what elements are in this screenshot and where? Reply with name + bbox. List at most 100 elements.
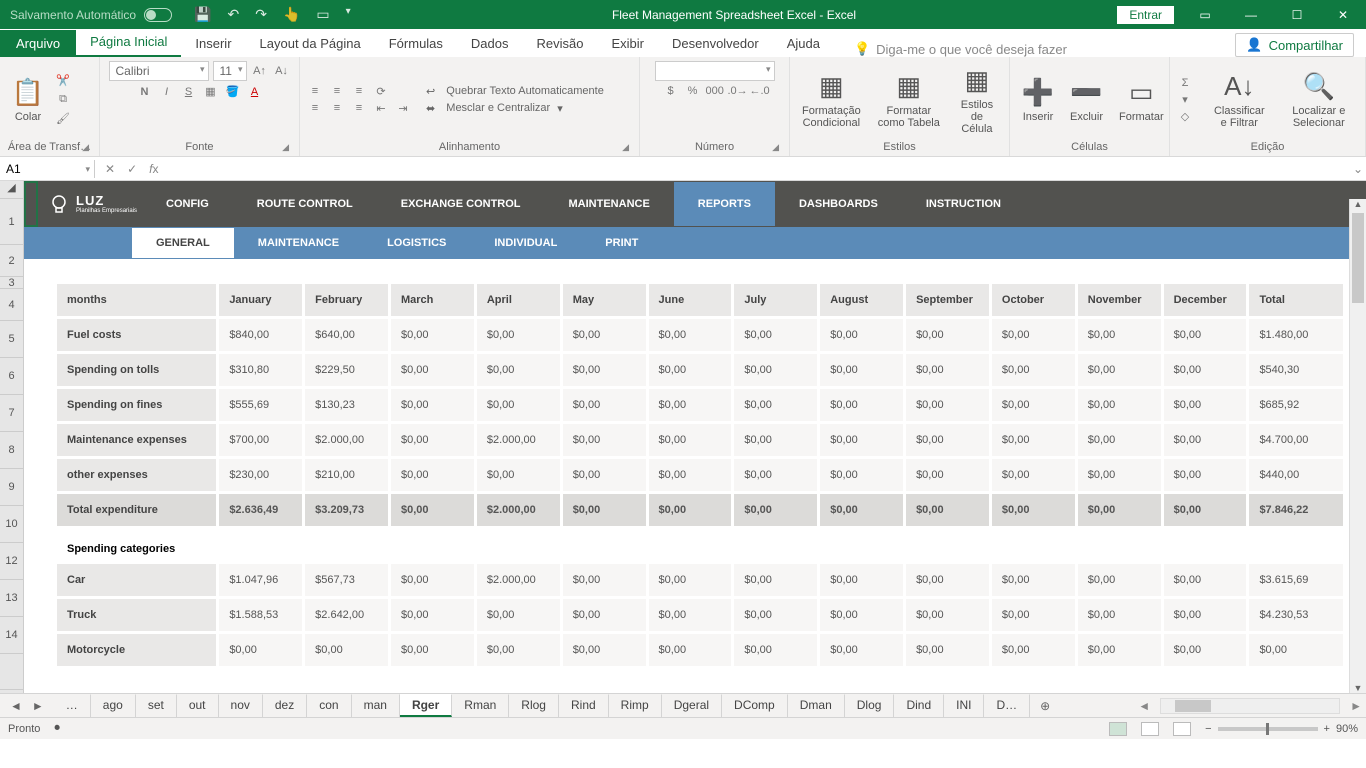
cell-value[interactable]: $0,00 — [734, 424, 817, 456]
zoom-slider[interactable] — [1218, 727, 1318, 731]
row-label[interactable]: months — [57, 284, 216, 316]
zoom-in-icon[interactable]: + — [1324, 723, 1330, 735]
cell-value[interactable]: $0,00 — [1164, 424, 1247, 456]
cell-value[interactable]: $0,00 — [1078, 319, 1161, 351]
cell-value[interactable]: $0,00 — [992, 459, 1075, 491]
cell-value[interactable]: $555,69 — [219, 389, 302, 421]
decrease-decimal-icon[interactable]: ←.0 — [750, 85, 768, 97]
cell-value[interactable]: $0,00 — [477, 319, 560, 351]
cell-value[interactable]: $0,00 — [906, 389, 989, 421]
cell-value[interactable]: $0,00 — [820, 319, 903, 351]
sign-in-button[interactable]: Entrar — [1117, 6, 1174, 24]
cell-value[interactable]: $0,00 — [1164, 494, 1247, 526]
nav-item[interactable]: CONFIG — [142, 182, 233, 226]
font-name-select[interactable]: Calibri — [109, 61, 209, 81]
cell-value[interactable]: $0,00 — [734, 389, 817, 421]
cell-value[interactable]: $0,00 — [563, 459, 646, 491]
sheet-tab[interactable]: Rimp — [609, 694, 662, 717]
cell-value[interactable]: $0,00 — [992, 494, 1075, 526]
ribbon-options-icon[interactable]: ▭ — [1182, 0, 1228, 29]
row-header[interactable]: 13 — [0, 580, 23, 617]
cell-value[interactable]: $640,00 — [305, 319, 388, 351]
cell-value[interactable]: $0,00 — [649, 459, 732, 491]
tab-scroll-left-icon[interactable]: ◄ — [10, 699, 22, 713]
cell-value[interactable]: December — [1164, 284, 1247, 316]
borders-icon[interactable]: ▦ — [202, 85, 220, 98]
cell-value[interactable]: October — [992, 284, 1075, 316]
cell-value[interactable]: $229,50 — [305, 354, 388, 386]
cell-value[interactable]: $0,00 — [992, 564, 1075, 596]
decrease-indent-icon[interactable]: ⇤ — [372, 102, 390, 115]
scroll-up-icon[interactable]: ▲ — [1350, 199, 1366, 209]
cell-value[interactable]: $0,00 — [820, 459, 903, 491]
align-top-icon[interactable]: ≡ — [306, 85, 324, 97]
cell-value[interactable]: $0,00 — [734, 634, 817, 666]
cell-value[interactable]: $1.047,96 — [219, 564, 302, 596]
find-select-button[interactable]: 🔍Localizar e Selecionar — [1279, 71, 1359, 129]
sheet-tab[interactable]: … — [54, 694, 91, 717]
horizontal-scrollbar[interactable] — [1160, 698, 1340, 714]
cell-value[interactable]: February — [305, 284, 388, 316]
cell-value[interactable]: $0,00 — [992, 319, 1075, 351]
cell-value[interactable]: $0,00 — [1164, 564, 1247, 596]
align-left-icon[interactable]: ≡ — [306, 102, 324, 114]
cell-value[interactable]: $0,00 — [391, 634, 474, 666]
cell-value[interactable]: $0,00 — [477, 459, 560, 491]
sheet-tab[interactable]: dez — [263, 694, 307, 717]
cell-value[interactable]: $0,00 — [1164, 634, 1247, 666]
subnav-item[interactable]: LOGISTICS — [363, 228, 470, 258]
fill-color-icon[interactable]: 🪣 — [224, 85, 242, 98]
name-box[interactable]: A1 — [0, 160, 95, 178]
tab-insert[interactable]: Inserir — [181, 30, 245, 57]
zoom-out-icon[interactable]: − — [1205, 723, 1211, 735]
cell-value[interactable]: $0,00 — [820, 634, 903, 666]
cell-value[interactable]: $0,00 — [906, 634, 989, 666]
cell-value[interactable]: $0,00 — [1164, 319, 1247, 351]
cell-value[interactable]: $4.700,00 — [1249, 424, 1343, 456]
row-label[interactable]: Maintenance expenses — [57, 424, 216, 456]
expand-formula-bar-icon[interactable]: ⌄ — [1350, 162, 1366, 176]
increase-decimal-icon[interactable]: .0→ — [728, 85, 746, 97]
cell-value[interactable]: $540,30 — [1249, 354, 1343, 386]
sheet-tab[interactable]: Rind — [559, 694, 609, 717]
enter-icon[interactable]: ✓ — [127, 162, 137, 176]
cell-value[interactable]: July — [734, 284, 817, 316]
tab-view[interactable]: Exibir — [597, 30, 658, 57]
cell-value[interactable]: $0,00 — [563, 319, 646, 351]
cut-icon[interactable]: ✂️ — [54, 74, 72, 87]
row-label[interactable]: Spending on tolls — [57, 354, 216, 386]
sheet-tab[interactable]: INI — [944, 694, 984, 717]
cell-value[interactable]: $0,00 — [1078, 494, 1161, 526]
form-icon[interactable]: ▭ — [316, 6, 329, 23]
merge-center-button[interactable]: ⬌ Mesclar e Centralizar ▾ — [426, 102, 604, 115]
cell-value[interactable]: $0,00 — [734, 564, 817, 596]
cell-value[interactable]: $310,80 — [219, 354, 302, 386]
cell-value[interactable]: $1.480,00 — [1249, 319, 1343, 351]
cell-value[interactable]: March — [391, 284, 474, 316]
cell-value[interactable]: $0,00 — [477, 599, 560, 631]
sheet-tab[interactable]: Dlog — [845, 694, 895, 717]
cell-value[interactable]: $0,00 — [649, 319, 732, 351]
paste-button[interactable]: 📋 Colar — [6, 77, 50, 123]
cell-value[interactable]: $0,00 — [1164, 599, 1247, 631]
sheet-tab[interactable]: Dgeral — [662, 694, 722, 717]
row-header[interactable]: 12 — [0, 543, 23, 580]
copy-icon[interactable]: ⧉ — [54, 93, 72, 106]
tab-developer[interactable]: Desenvolvedor — [658, 30, 773, 57]
launcher-icon[interactable]: ◢ — [772, 142, 779, 153]
cell-value[interactable]: $0,00 — [649, 389, 732, 421]
percent-icon[interactable]: % — [684, 85, 702, 97]
cell-value[interactable]: $2.000,00 — [477, 424, 560, 456]
hscroll-right-icon[interactable]: ► — [1346, 699, 1366, 713]
maximize-icon[interactable]: ☐ — [1274, 0, 1320, 29]
fx-icon[interactable]: fx — [149, 162, 158, 176]
row-label[interactable]: Spending on fines — [57, 389, 216, 421]
cell-value[interactable]: $440,00 — [1249, 459, 1343, 491]
cell-value[interactable]: $3.209,73 — [305, 494, 388, 526]
cell-value[interactable]: $2.000,00 — [477, 564, 560, 596]
cell-value[interactable]: $130,23 — [305, 389, 388, 421]
sheet-tab[interactable]: Rman — [452, 694, 509, 717]
launcher-icon[interactable]: ◢ — [82, 142, 89, 153]
row-label[interactable]: Fuel costs — [57, 319, 216, 351]
sheet-tab[interactable]: Dman — [788, 694, 845, 717]
